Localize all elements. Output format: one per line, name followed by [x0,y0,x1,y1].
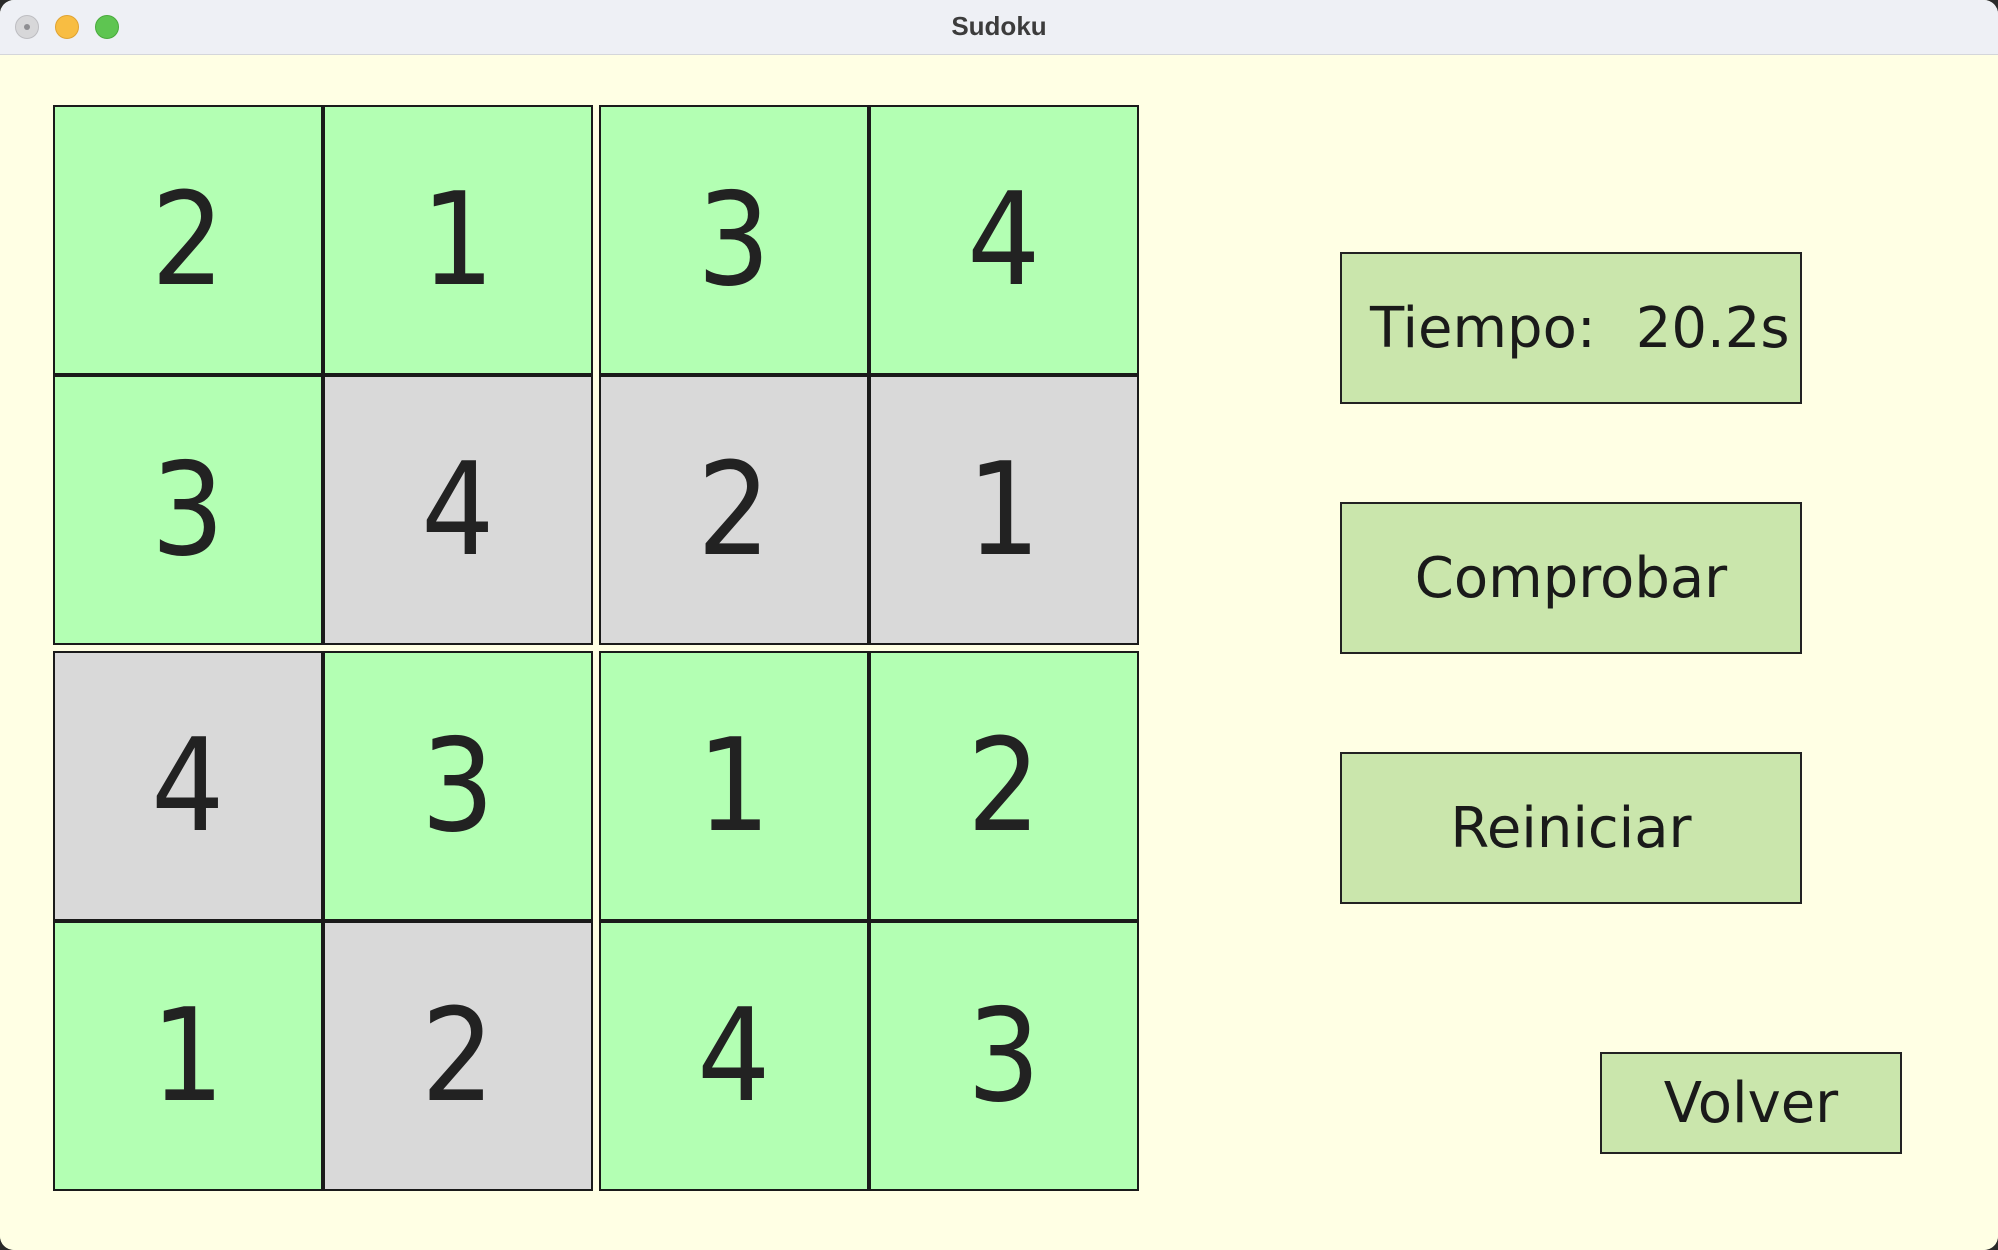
sudoku-cell-r3c3[interactable]: 1 [599,651,869,921]
sudoku-cell-r1c4[interactable]: 4 [869,105,1139,375]
check-button-label: Comprobar [1414,545,1728,611]
sudoku-cell-r3c1[interactable]: 4 [53,651,323,921]
cell-value: 1 [151,981,225,1131]
check-button[interactable]: Comprobar [1340,502,1802,654]
window-title: Sudoku [951,11,1047,41]
sudoku-board: 2 1 3 4 3 4 2 1 4 3 1 2 1 2 4 3 [53,105,1143,1195]
cell-value: 4 [421,435,495,585]
sudoku-cell-r2c2[interactable]: 4 [323,375,593,645]
cell-value: 3 [421,711,495,861]
cell-value: 4 [151,711,225,861]
sudoku-cell-r2c1[interactable]: 3 [53,375,323,645]
cell-value: 4 [697,981,771,1131]
cell-value: 2 [421,981,495,1131]
sudoku-cell-r3c4[interactable]: 2 [869,651,1139,921]
sudoku-cell-r2c4[interactable]: 1 [869,375,1139,645]
main-content: 2 1 3 4 3 4 2 1 4 3 1 2 1 2 4 3 Tiempo: … [0,55,1998,1250]
reset-button[interactable]: Reiniciar [1340,752,1802,904]
timer-label: Tiempo: [1370,295,1596,361]
title-bar: Sudoku [0,0,1998,55]
sudoku-cell-r4c3[interactable]: 4 [599,921,869,1191]
cell-value: 2 [151,165,225,315]
back-button[interactable]: Volver [1600,1052,1902,1154]
sudoku-cell-r4c1[interactable]: 1 [53,921,323,1191]
cell-value: 2 [967,711,1041,861]
cell-value: 2 [697,435,771,585]
timer-display: Tiempo: 20.2s [1340,252,1802,404]
cell-value: 1 [967,435,1041,585]
sudoku-cell-r1c3[interactable]: 3 [599,105,869,375]
sudoku-block-bottom-left: 4 3 1 2 [53,651,594,1192]
cell-value: 1 [697,711,771,861]
sudoku-cell-r1c1[interactable]: 2 [53,105,323,375]
sudoku-cell-r4c2[interactable]: 2 [323,921,593,1191]
sudoku-cell-r2c3[interactable]: 2 [599,375,869,645]
sudoku-cell-r4c4[interactable]: 3 [869,921,1139,1191]
back-button-label: Volver [1663,1070,1839,1136]
sudoku-block-top-right: 3 4 2 1 [599,105,1140,646]
sudoku-cell-r1c2[interactable]: 1 [323,105,593,375]
cell-value: 3 [967,981,1041,1131]
sudoku-block-bottom-right: 1 2 4 3 [599,651,1140,1192]
cell-value: 4 [967,165,1041,315]
timer-value: 20.2s [1635,295,1790,361]
cell-value: 1 [421,165,495,315]
cell-value: 3 [151,435,225,585]
sudoku-block-top-left: 2 1 3 4 [53,105,594,646]
app-window: Sudoku 2 1 3 4 3 4 2 1 4 3 1 2 1 2 4 3 T… [0,0,1998,1250]
cell-value: 3 [697,165,771,315]
sudoku-cell-r3c2[interactable]: 3 [323,651,593,921]
reset-button-label: Reiniciar [1450,795,1692,861]
